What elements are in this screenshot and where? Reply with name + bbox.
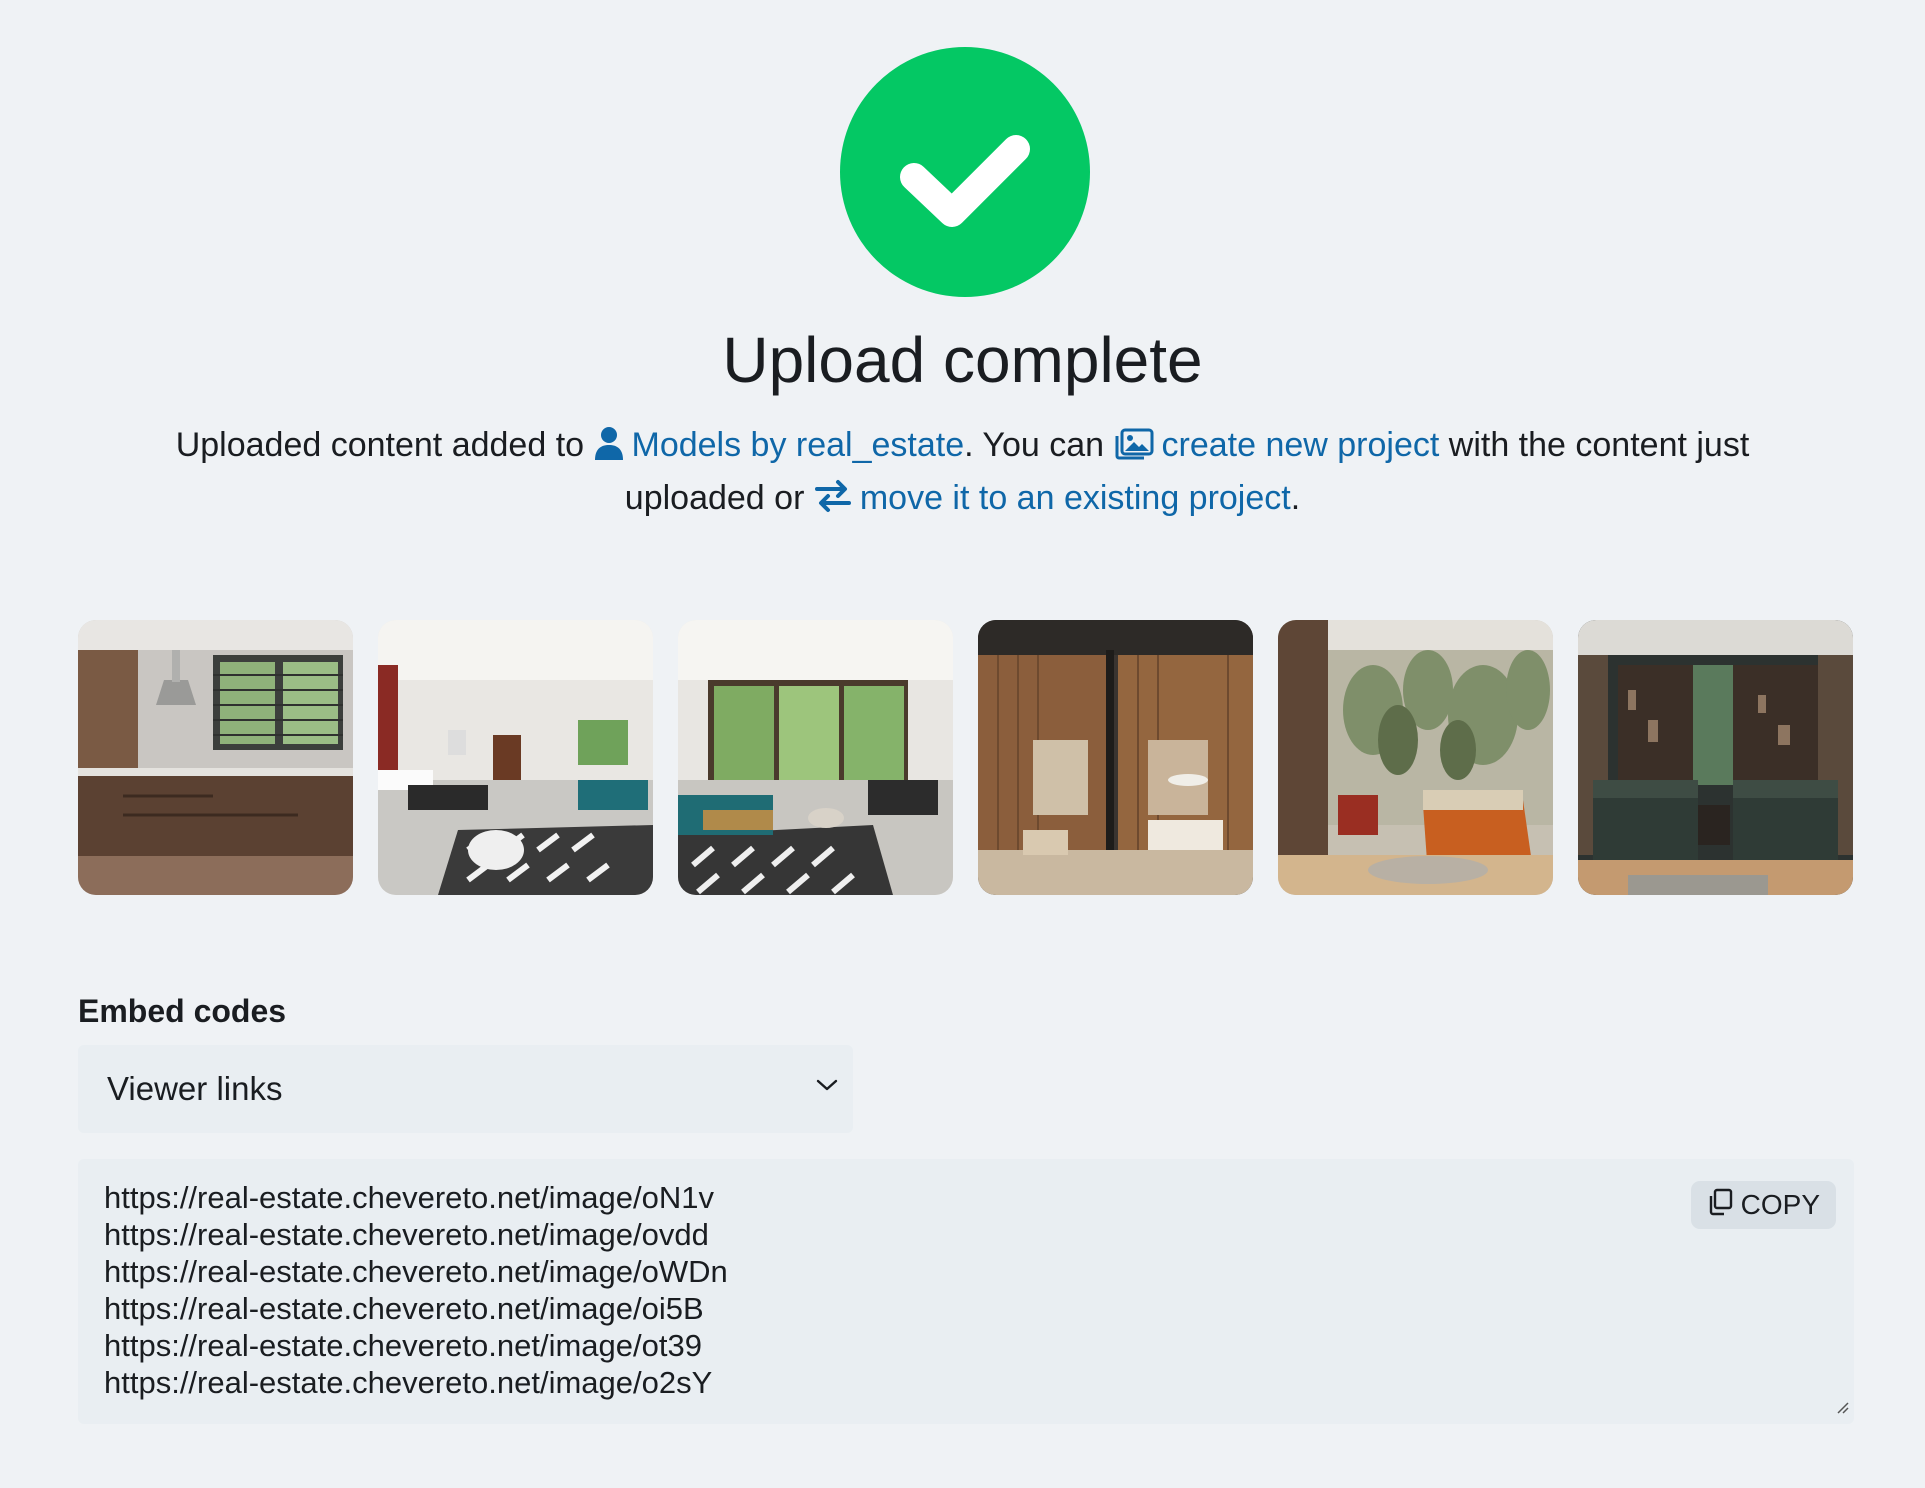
page-title: Upload complete	[722, 324, 1203, 396]
message-text-2: . You can	[964, 426, 1114, 464]
create-project-label: create new project	[1161, 426, 1440, 464]
embed-code-line: https://real-estate.chevereto.net/image/…	[104, 1180, 714, 1215]
embed-code-line: https://real-estate.chevereto.net/image/…	[104, 1254, 728, 1289]
create-project-link[interactable]: create new project	[1114, 426, 1440, 464]
thumbnail-tropical-bedroom[interactable]	[1278, 620, 1553, 895]
thumbnail-dark-twin-bedroom[interactable]	[1578, 620, 1853, 895]
arrows-exchange-icon	[814, 478, 852, 527]
upload-message: Uploaded content added to Models by real…	[130, 421, 1795, 527]
uploaded-thumbnails	[78, 620, 1854, 895]
thumbnail-wood-panel-lounge[interactable]	[978, 620, 1253, 895]
user-icon	[594, 425, 624, 474]
move-project-label: move it to an existing project	[859, 479, 1291, 517]
images-icon	[1114, 425, 1154, 474]
chevron-down-icon	[815, 1077, 839, 1098]
thumbnail-living-room[interactable]	[378, 620, 653, 895]
copy-button[interactable]: COPY	[1690, 1181, 1836, 1229]
embed-type-value: Viewer links	[107, 1070, 283, 1107]
success-check-icon	[840, 47, 1090, 297]
embed-code-line: https://real-estate.chevereto.net/image/…	[104, 1328, 702, 1363]
embed-code-line: https://real-estate.chevereto.net/image/…	[104, 1217, 709, 1252]
message-text-4: .	[1290, 479, 1301, 517]
thumbnail-living-room-patio[interactable]	[678, 620, 953, 895]
owner-link[interactable]: Models by real_estate	[594, 426, 965, 464]
resize-handle-icon[interactable]	[1834, 1399, 1850, 1420]
embed-code-line: https://real-estate.chevereto.net/image/…	[104, 1291, 704, 1326]
embed-type-select[interactable]: Viewer links	[78, 1045, 853, 1133]
message-text-1: Uploaded content added to	[175, 426, 594, 464]
embed-codes-label: Embed codes	[78, 993, 287, 1029]
thumbnail-kitchen[interactable]	[78, 620, 353, 895]
copy-button-label: COPY	[1740, 1189, 1820, 1220]
check-icon	[900, 135, 1030, 227]
embed-code-line: https://real-estate.chevereto.net/image/…	[104, 1365, 713, 1400]
embed-codes-textarea[interactable]: https://real-estate.chevereto.net/image/…	[78, 1159, 1854, 1424]
copy-icon	[1705, 1187, 1735, 1224]
move-project-link[interactable]: move it to an existing project	[814, 479, 1291, 517]
owner-link-label: Models by real_estate	[631, 426, 965, 464]
